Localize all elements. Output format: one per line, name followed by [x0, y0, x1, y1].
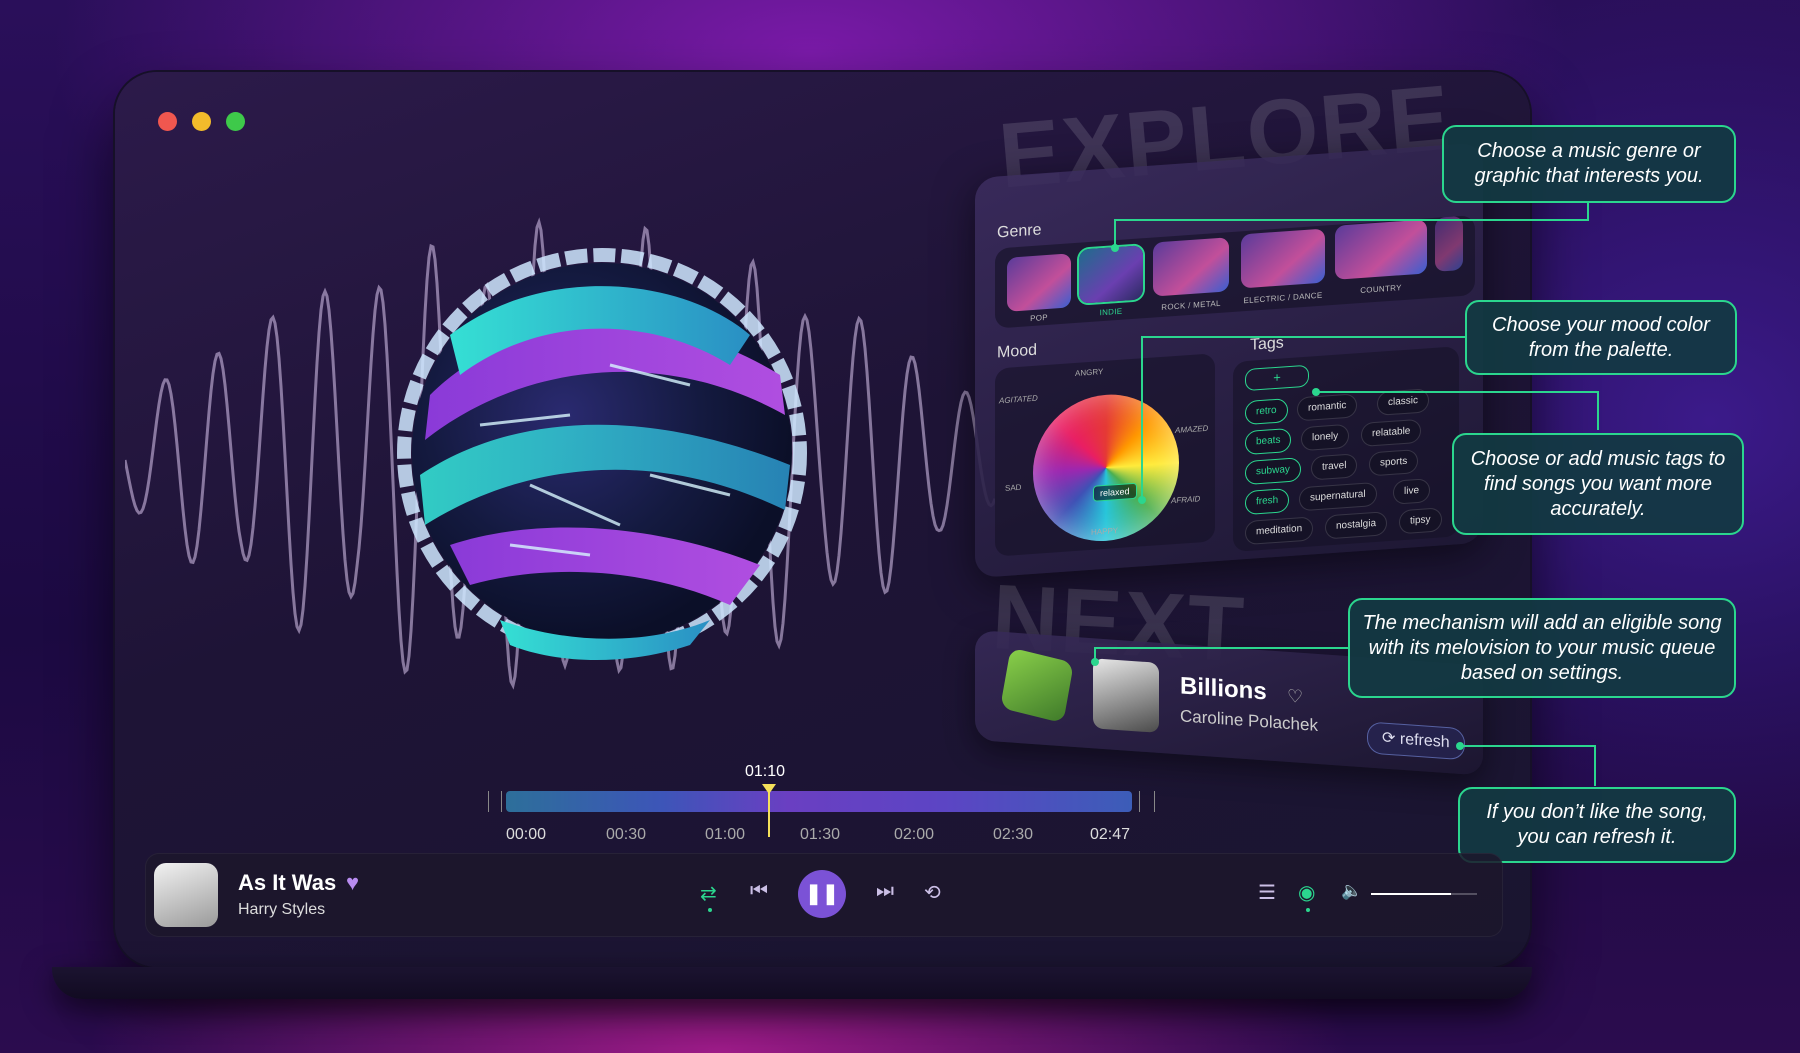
tick-3: 01:30	[800, 826, 841, 843]
callout-mood: Choose your mood color from the palette.	[1465, 300, 1737, 375]
next-icon[interactable]: ⏭	[876, 880, 894, 903]
progress-bar-left-ticks	[488, 791, 502, 812]
volume-slider[interactable]	[1371, 893, 1477, 895]
tick-end: 02:47	[1090, 826, 1131, 843]
tick-5: 02:30	[993, 826, 1034, 843]
melovision-toggle-icon[interactable]: ◉	[1298, 880, 1315, 905]
callout-refresh: If you don’t like the song, you can refr…	[1458, 787, 1736, 863]
player-bar: As It Was ♥ Harry Styles ⇄ ⏮ ❚❚ ⏭ ⟲ ☰ ◉ …	[145, 853, 1503, 937]
current-time-label: 01:10	[745, 763, 786, 780]
shuffle-icon[interactable]: ⇄	[700, 881, 717, 906]
now-playing-album-art	[154, 863, 218, 927]
callout-next-song: The mechanism will add an eligible song …	[1348, 598, 1736, 698]
now-playing-title: As It Was	[238, 870, 337, 895]
progress-bar-right-ticks	[1139, 791, 1155, 812]
now-playing-artist: Harry Styles	[238, 901, 326, 918]
tick-1: 00:30	[606, 826, 647, 843]
callout-genre: Choose a music genre or graphic that int…	[1442, 125, 1736, 203]
melovision-active-dot	[1306, 908, 1310, 912]
progress-bar[interactable]	[506, 791, 1132, 812]
tick-2: 01:00	[705, 826, 746, 843]
previous-icon[interactable]: ⏮	[750, 880, 768, 903]
pause-button[interactable]: ❚❚	[798, 870, 846, 918]
tick-0: 00:00	[506, 826, 547, 843]
volume-icon[interactable]: 🔈	[1341, 881, 1362, 901]
pause-icon: ❚❚	[805, 883, 839, 905]
volume-level	[1371, 893, 1451, 895]
playhead-marker	[761, 784, 776, 794]
callout-tags: Choose or add music tags to find songs y…	[1452, 433, 1744, 535]
like-heart-icon[interactable]: ♥	[346, 870, 359, 896]
queue-list-icon[interactable]: ☰	[1258, 880, 1276, 905]
tick-4: 02:00	[894, 826, 935, 843]
repeat-icon[interactable]: ⟲	[924, 880, 941, 905]
shuffle-active-dot	[708, 908, 712, 912]
